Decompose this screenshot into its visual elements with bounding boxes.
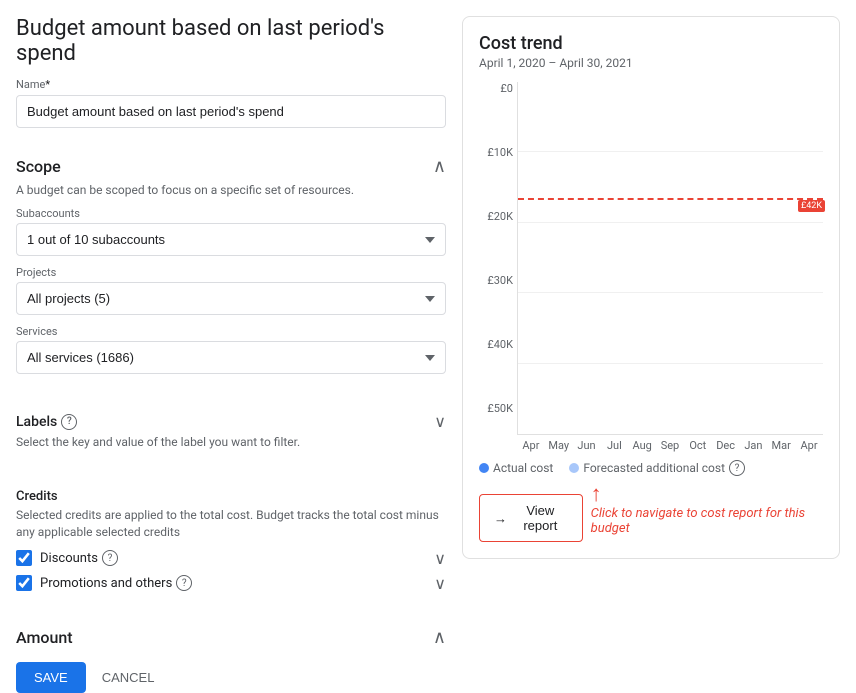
discounts-expand-icon[interactable]: ∨: [434, 549, 446, 568]
view-report-row: → View report ↑ Click to navigate to cos…: [479, 484, 823, 542]
bars-container: [518, 82, 823, 434]
projects-label: Projects: [16, 266, 446, 279]
labels-description: Select the key and value of the label yo…: [16, 435, 446, 449]
name-input[interactable]: [16, 95, 446, 128]
y-axis: £50K £40K £30K £20K £10K £0: [479, 82, 517, 435]
footer-buttons: SAVE CANCEL: [16, 662, 446, 693]
promotions-row: Promotions and others ? ∨: [16, 574, 446, 593]
amount-header: Amount ∧: [16, 627, 446, 648]
x-axis: Apr May Jun Jul Aug Sep Oct Dec Jan Mar …: [479, 435, 823, 452]
chart-area: £50K £40K £30K £20K £10K £0 £42K: [479, 82, 823, 476]
annotation-text: Click to navigate to cost report for thi…: [591, 506, 823, 536]
discounts-help-icon[interactable]: ?: [102, 550, 118, 566]
promotions-label: Promotions and others ?: [40, 575, 192, 591]
services-select[interactable]: All services (1686): [16, 341, 446, 374]
page-title: Budget amount based on last period's spe…: [16, 16, 446, 66]
legend-forecast-label: Forecasted additional cost: [583, 461, 725, 475]
credits-title: Credits: [16, 489, 446, 504]
cancel-button[interactable]: CANCEL: [102, 670, 155, 685]
name-label: Name*: [16, 78, 446, 91]
chart-grid: £50K £40K £30K £20K £10K £0 £42K: [479, 82, 823, 435]
annotation-col: ↑ Click to navigate to cost report for t…: [591, 484, 823, 536]
view-report-button[interactable]: → View report: [479, 494, 583, 542]
discounts-left: Discounts ?: [16, 550, 118, 566]
forecast-help-icon[interactable]: ?: [729, 460, 745, 476]
cost-trend-date: April 1, 2020 – April 30, 2021: [479, 56, 823, 70]
scope-title: Scope: [16, 157, 61, 176]
legend: Actual cost Forecasted additional cost ?: [479, 460, 823, 476]
projects-select[interactable]: All projects (5): [16, 282, 446, 315]
subaccounts-select[interactable]: 1 out of 10 subaccounts: [16, 223, 446, 256]
projects-group: Projects All projects (5): [16, 266, 446, 315]
scope-description: A budget can be scoped to focus on a spe…: [16, 183, 446, 197]
subaccounts-label: Subaccounts: [16, 207, 446, 220]
discounts-checkbox[interactable]: [16, 550, 32, 566]
services-group: Services All services (1686): [16, 325, 446, 374]
view-report-label: View report: [513, 503, 568, 533]
labels-row: Labels ? ∨: [16, 412, 446, 431]
left-panel: Budget amount based on last period's spe…: [16, 16, 446, 559]
credits-description: Selected credits are applied to the tota…: [16, 507, 446, 541]
legend-forecast: Forecasted additional cost ?: [569, 460, 745, 476]
subaccounts-group: Subaccounts 1 out of 10 subaccounts: [16, 207, 446, 256]
legend-forecast-dot: [569, 463, 579, 473]
arrow-right-icon: →: [494, 511, 507, 526]
legend-actual-dot: [479, 463, 489, 473]
chart-body: £42K: [517, 82, 823, 435]
amount-collapse-icon[interactable]: ∧: [433, 627, 446, 648]
scope-header: Scope ∧: [16, 156, 446, 177]
discounts-row: Discounts ? ∨: [16, 549, 446, 568]
labels-title: Labels ?: [16, 414, 77, 430]
cost-trend-title: Cost trend: [479, 33, 823, 54]
labels-expand-icon[interactable]: ∨: [434, 412, 446, 431]
legend-actual-label: Actual cost: [493, 461, 553, 475]
services-label: Services: [16, 325, 446, 338]
view-report-col: → View report: [479, 484, 583, 542]
scope-collapse-icon[interactable]: ∧: [433, 156, 446, 177]
arrow-up-icon: ↑: [591, 484, 823, 506]
right-panel: Cost trend April 1, 2020 – April 30, 202…: [462, 16, 840, 559]
amount-title: Amount: [16, 628, 73, 647]
promotions-help-icon[interactable]: ?: [176, 575, 192, 591]
promotions-left: Promotions and others ?: [16, 575, 192, 591]
credits-section: Credits Selected credits are applied to …: [16, 489, 446, 599]
promotions-expand-icon[interactable]: ∨: [434, 574, 446, 593]
discounts-label: Discounts ?: [40, 550, 118, 566]
promotions-checkbox[interactable]: [16, 575, 32, 591]
labels-help-icon[interactable]: ?: [61, 414, 77, 430]
legend-actual: Actual cost: [479, 461, 553, 475]
save-button[interactable]: SAVE: [16, 662, 86, 693]
